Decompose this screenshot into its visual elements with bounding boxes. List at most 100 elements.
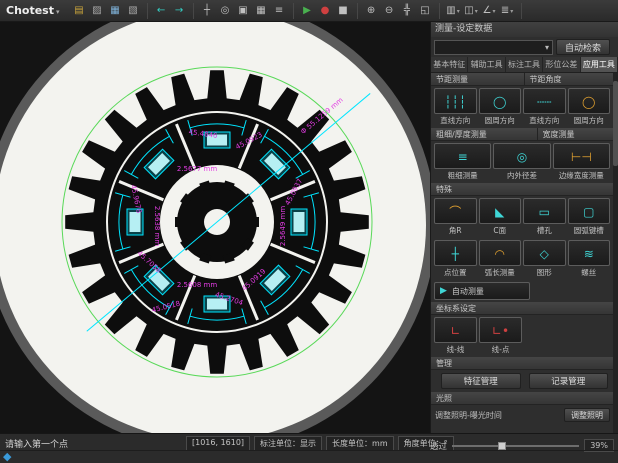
tool-screw[interactable]: ≋螺丝: [568, 240, 611, 278]
tool-c-face-icon: ◣: [479, 198, 522, 224]
tool-pitch-angle-linear[interactable]: ┄┄直线方向: [523, 88, 566, 126]
section-title-light: 光照: [431, 392, 618, 405]
coordinate-tool-row: ∟线-线∟•线-点: [431, 315, 618, 357]
pan-hand-icon[interactable]: ╬: [399, 3, 416, 19]
tool-label: 角R: [434, 225, 477, 236]
tool-thickness-measure-icon: ≡: [434, 143, 491, 169]
chevron-down-icon: ▾: [56, 8, 60, 16]
angle-menu-icon[interactable]: ∠▾: [481, 3, 498, 19]
tool-coord-line-point-icon: ∟•: [479, 317, 522, 343]
focus-target-icon[interactable]: ◎: [217, 3, 234, 19]
tool-label: 线-点: [479, 344, 522, 355]
toolbar-group: ┼◎▣▦≡: [194, 3, 294, 19]
app-logo-text: Chotest: [6, 4, 54, 17]
tool-coord-line-point[interactable]: ∟•线-点: [479, 317, 522, 355]
open-file-icon[interactable]: ▨: [89, 3, 106, 19]
slider-track[interactable]: [452, 445, 579, 447]
camera-view[interactable]: [0, 22, 430, 433]
toolbar-group: ▤▨▦▧: [66, 3, 148, 19]
app-logo-menu[interactable]: Chotest▾: [6, 4, 60, 17]
snap-settings-icon[interactable]: ▥▾: [445, 3, 462, 19]
measurement-canvas[interactable]: Φ 55.1259 mm45.484645.09232.5677 mm45.96…: [0, 22, 430, 433]
fit-view-icon[interactable]: ◱: [417, 3, 434, 19]
tool-pitch-angle-circular[interactable]: ◯圆周方向: [568, 88, 611, 126]
section-header-special: 特殊: [431, 183, 618, 196]
exposure-label: 调整照明-曝光时间: [435, 410, 502, 421]
section-header-pitch: 节距测量 节距角度: [431, 73, 618, 86]
display-options-icon[interactable]: ◫▾: [463, 3, 480, 19]
tool-arc-keyway-icon: ▢: [568, 198, 611, 224]
scrollbar-thumb[interactable]: [613, 81, 618, 166]
tool-thickness-measure[interactable]: ≡粗细测量: [434, 143, 491, 181]
right-panel: 测量-设定数据 ▾ 自动检索 基本特征 辅助工具 标注工具 形位公差 应用工具 …: [430, 22, 618, 433]
save-icon[interactable]: ▦: [107, 3, 124, 19]
tool-label: 点位置: [434, 267, 477, 278]
stop-icon[interactable]: ■: [335, 3, 352, 19]
zoom-in-icon[interactable]: ⊕: [363, 3, 380, 19]
status-bar: 请输入第一个点 [1016, 1610] 标注单位：显示 长度单位：mm 角度单…: [0, 433, 618, 463]
tool-id-od-difference[interactable]: ◎内外径差: [493, 143, 550, 181]
feature-manage-button[interactable]: 特征管理: [441, 373, 521, 389]
status-hint: 请输入第一个点: [5, 437, 68, 450]
tool-c-face[interactable]: ◣C面: [479, 198, 522, 236]
back-arrow-icon[interactable]: ←: [153, 3, 170, 19]
status-segments: [1016, 1610] 标注单位：显示 长度单位：mm 角度单位：°: [186, 436, 454, 451]
crosshair-icon[interactable]: ┼: [199, 3, 216, 19]
tool-auto-measure[interactable]: ▶ 自动测量: [434, 282, 530, 300]
section-title-thickness: 粗细/厚度测量: [431, 128, 538, 141]
tool-label: 线-线: [434, 344, 477, 355]
tool-label: 弧长测量: [479, 267, 522, 278]
tools-menu-icon[interactable]: ≣▾: [499, 3, 516, 19]
tab-aux-tools[interactable]: 辅助工具: [468, 57, 505, 72]
tool-coord-line-line[interactable]: ∟线-线: [434, 317, 477, 355]
tab-basic-features[interactable]: 基本特征: [431, 57, 468, 72]
new-doc-icon[interactable]: ▤: [71, 3, 88, 19]
tool-edge-width[interactable]: ⊢⊣边缘宽度测量: [553, 143, 610, 181]
chevron-down-icon: ▾: [457, 8, 460, 15]
tool-graphic[interactable]: ◇图形: [523, 240, 566, 278]
pitch-tool-row: ┆┆┆直线方向◯圆周方向┄┄直线方向◯圆周方向: [431, 86, 618, 128]
tool-corner-r[interactable]: ⌒角R: [434, 198, 477, 236]
tool-screw-icon: ≋: [568, 240, 611, 266]
tool-label: 图形: [523, 267, 566, 278]
adjust-light-button[interactable]: 调整照明: [564, 408, 610, 422]
measure-scale-icon[interactable]: ≡: [271, 3, 288, 19]
tool-label: 边缘宽度测量: [553, 170, 610, 181]
tool-slot-hole[interactable]: ▭槽孔: [523, 198, 566, 236]
record-manage-button[interactable]: 记录管理: [529, 373, 609, 389]
section-title-special: 特殊: [431, 183, 618, 196]
tab-app-tools[interactable]: 应用工具: [581, 57, 618, 72]
forward-arrow-icon[interactable]: →: [171, 3, 188, 19]
taskbar-app-icon[interactable]: ◆: [3, 450, 11, 463]
slider-thumb[interactable]: [498, 442, 506, 450]
grid-view-icon[interactable]: ▦: [253, 3, 270, 19]
export-icon[interactable]: ▧: [125, 3, 142, 19]
tool-pitch-circular[interactable]: ◯圆周方向: [479, 88, 522, 126]
tool-id-od-difference-icon: ◎: [493, 143, 550, 169]
camera-icon[interactable]: ▣: [235, 3, 252, 19]
feature-select[interactable]: ▾: [434, 40, 553, 55]
tool-corner-r-icon: ⌒: [434, 198, 477, 224]
tool-arc-length[interactable]: ◠弧长测量: [479, 240, 522, 278]
tool-auto-measure-icon: ▶: [440, 286, 447, 296]
tab-form-tolerance[interactable]: 形位公差: [543, 57, 580, 72]
tool-graphic-icon: ◇: [523, 240, 566, 266]
zoom-out-icon[interactable]: ⊖: [381, 3, 398, 19]
tool-arc-keyway[interactable]: ▢圆弧键槽: [568, 198, 611, 236]
tool-coord-line-line-icon: ∟: [434, 317, 477, 343]
run-icon[interactable]: ▶: [299, 3, 316, 19]
panel-scrollbar[interactable]: [613, 73, 618, 433]
tool-pitch-linear[interactable]: ┆┆┆直线方向: [434, 88, 477, 126]
section-title-pitch-angle: 节距角度: [525, 73, 618, 86]
light-adjust-row: 调整照明-曝光时间 调整照明: [431, 405, 618, 424]
record-icon[interactable]: ●: [317, 3, 334, 19]
tool-pitch-circular-icon: ◯: [479, 88, 522, 114]
auto-search-button[interactable]: 自动检索: [556, 39, 610, 55]
tool-auto-measure-label: 自动测量: [452, 286, 484, 297]
tool-point-position[interactable]: ┼点位置: [434, 240, 477, 278]
tool-label: 直线方向: [523, 115, 566, 126]
section-header-coordinate: 坐标系设定: [431, 302, 618, 315]
tab-annotation-tools[interactable]: 标注工具: [506, 57, 543, 72]
section-title-coordinate: 坐标系设定: [431, 302, 618, 315]
application-window: Chotest▾ ▤▨▦▧←→┼◎▣▦≡▶●■⊕⊖╬◱▥▾◫▾∠▾≣▾ Φ 55…: [0, 0, 618, 463]
